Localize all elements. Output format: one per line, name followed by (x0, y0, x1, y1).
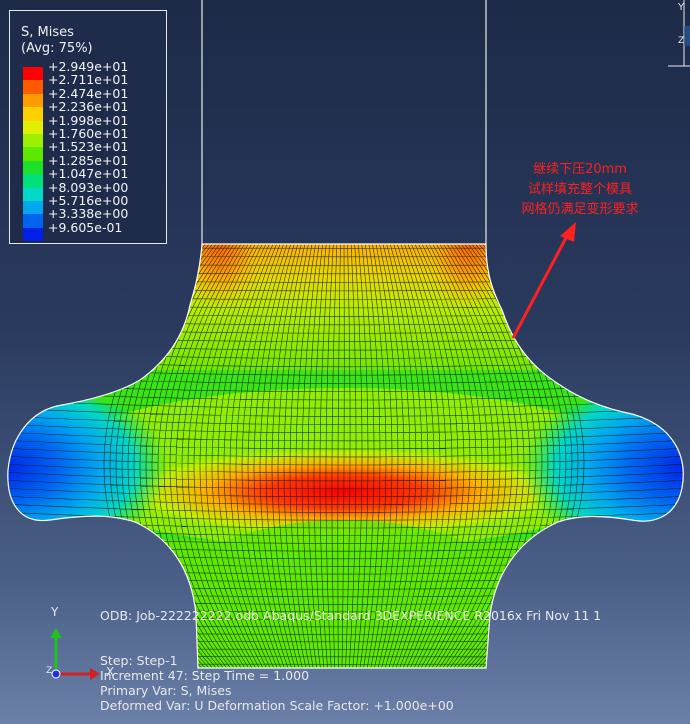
legend-swatch (23, 107, 43, 121)
legend-label: +8.093e+00 (48, 179, 129, 195)
legend-label: +3.338e+00 (48, 206, 129, 222)
legend-label: +1.760e+01 (48, 126, 129, 141)
annotation-line-1: 继续下压20mm (533, 162, 627, 177)
legend-label: +1.285e+01 (48, 152, 129, 168)
legend-label: +2.949e+01 (48, 59, 129, 74)
orientation-triad (50, 628, 100, 680)
annotation-arrowhead (560, 222, 576, 242)
triad-x-label: X (106, 665, 115, 679)
legend-swatch (23, 201, 43, 215)
deformed-var-info: Deformed Var: U Deformation Scale Factor… (100, 698, 454, 713)
legend-label: +2.236e+01 (48, 99, 129, 115)
odb-info: ODB: Job-222222222.odb Abaqus/Standard 3… (100, 608, 602, 623)
corner-triad-z-label: Z (678, 36, 685, 46)
legend-swatch (23, 67, 43, 81)
legend-label: +1.523e+01 (48, 139, 129, 155)
legend-label: +2.474e+01 (48, 85, 129, 101)
legend-label: +2.711e+01 (48, 72, 129, 88)
legend-swatch (23, 174, 43, 188)
contour-legend: S, Mises (Avg: 75%) +2.949e+01 +2.711e+01… (9, 10, 167, 244)
annotation-line-3: 网格仍满足变形要求 (521, 202, 639, 217)
legend-swatch (23, 120, 43, 134)
viewport[interactable]: S, Mises (Avg: 75%) +2.949e+01 +2.711e+01… (0, 0, 690, 724)
legend-label: +1.998e+01 (48, 112, 129, 128)
legend-swatch (23, 134, 43, 148)
legend-swatch (23, 187, 43, 201)
legend-subtitle: (Avg: 75%) (21, 41, 93, 56)
legend-title: S, Mises (21, 25, 74, 40)
corner-triad-y-label: Y (678, 2, 685, 13)
legend-label: +1.047e+01 (48, 166, 129, 182)
triad-y-label: Y (51, 605, 59, 619)
triad-z-label: Z (46, 666, 53, 676)
legend-label: +5.716e+00 (48, 193, 129, 208)
annotation-arrow (511, 233, 570, 339)
primary-var-info: Primary Var: S, Mises (100, 683, 232, 698)
legend-swatch (23, 80, 43, 94)
legend-swatch (23, 93, 43, 108)
increment-info: Increment 47: Step Time = 1.000 (100, 668, 310, 683)
legend-swatch (23, 147, 43, 161)
legend-swatch (23, 160, 43, 175)
annotation-line-2: 试样填充整个模具 (527, 182, 632, 197)
legend-swatch (23, 214, 43, 228)
legend-label: +9.605e-01 (48, 219, 123, 235)
legend-swatch (23, 227, 43, 242)
